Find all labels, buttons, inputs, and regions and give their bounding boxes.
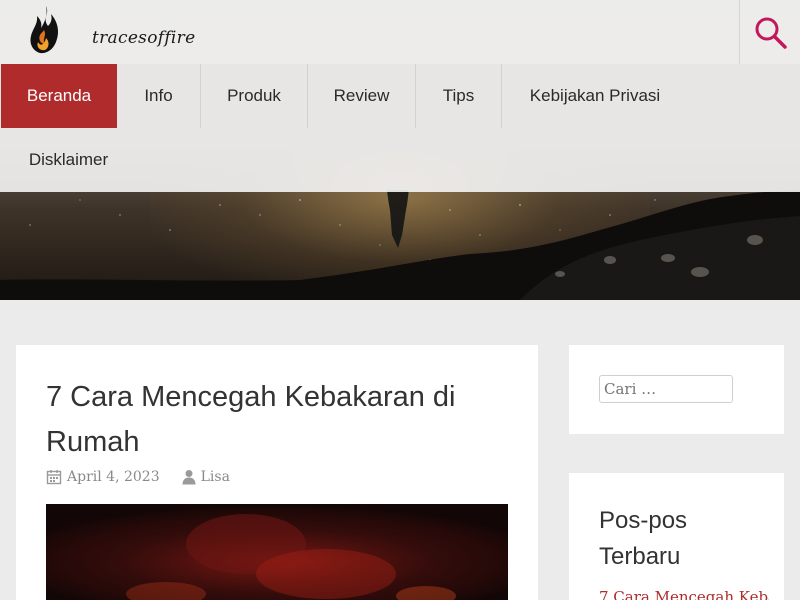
flame-icon xyxy=(30,6,59,54)
post-title[interactable]: 7 Cara Mencegah Kebakaran di Rumah xyxy=(46,375,486,465)
fire-photo xyxy=(46,504,508,600)
nav-item-review[interactable]: Review xyxy=(308,64,416,128)
header-search-button[interactable] xyxy=(739,0,800,64)
nav-item-kebijakan-privasi[interactable]: Kebijakan Privasi xyxy=(502,64,688,128)
post-date-text: April 4, 2023 xyxy=(67,469,160,485)
post-author-text: Lisa xyxy=(200,469,230,485)
search-icon xyxy=(755,17,787,49)
site-name: tracesoffire xyxy=(92,28,196,48)
post-meta: April 4, 2023 Lisa xyxy=(46,467,230,487)
recent-posts-widget: Pos-pos Terbaru 7 Cara Mencegah Kebakara… xyxy=(569,473,784,600)
main-navigation: Beranda Info Produk Review Tips Kebijaka… xyxy=(0,64,800,192)
recent-posts-title: Pos-pos Terbaru xyxy=(599,507,688,570)
user-icon xyxy=(182,470,196,485)
site-header: tracesoffire xyxy=(0,0,800,64)
nav-item-disklaimer[interactable]: Disklaimer xyxy=(1,128,136,192)
calendar-icon xyxy=(46,470,62,485)
nav-item-info[interactable]: Info xyxy=(117,64,201,128)
nav-item-tips[interactable]: Tips xyxy=(416,64,502,128)
post-author[interactable]: Lisa xyxy=(182,469,230,485)
sidebar-search-input[interactable] xyxy=(599,375,733,403)
post-card: 7 Cara Mencegah Kebakaran di Rumah April… xyxy=(16,345,538,600)
post-date[interactable]: April 4, 2023 xyxy=(46,469,160,485)
recent-post-link[interactable]: 7 Cara Mencegah Kebakaran di Rumah xyxy=(599,588,769,600)
hero-silhouette xyxy=(0,190,800,300)
nav-item-produk[interactable]: Produk xyxy=(201,64,308,128)
post-featured-image[interactable] xyxy=(46,504,508,600)
nav-item-beranda[interactable]: Beranda xyxy=(1,64,117,128)
site-logo[interactable]: tracesoffire xyxy=(28,4,195,58)
sidebar-search-widget xyxy=(569,345,784,434)
